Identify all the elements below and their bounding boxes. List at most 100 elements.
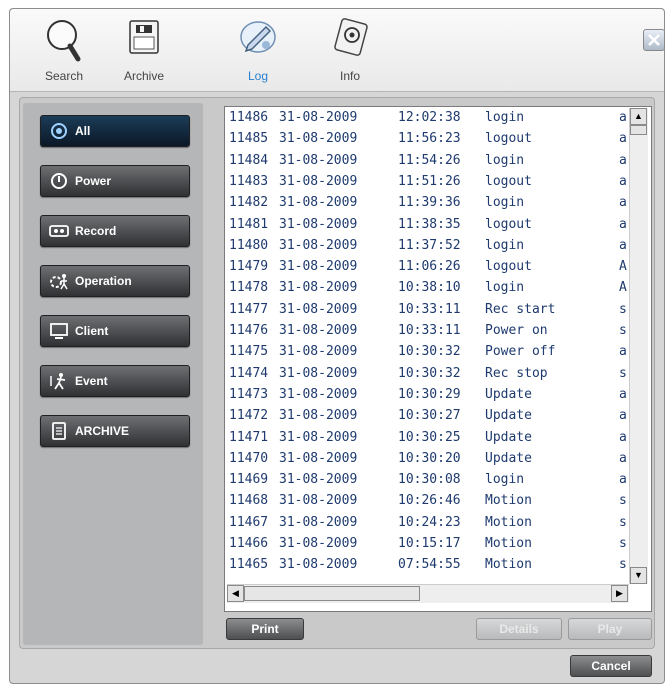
log-cell-time: 07:54:55 [398,557,461,573]
log-cell-time: 11:54:26 [398,152,461,168]
log-cell-id: 11473 [229,386,269,402]
log-rows: 11486 31-08-2009 12:02:38 login a 11485 31-08-… [227,108,629,578]
scroll-thumb[interactable] [630,125,647,135]
log-cell-id: 11468 [229,493,269,509]
record-icon [49,225,69,237]
log-cell-user: a [619,386,627,402]
category-operation[interactable]: Operation [40,265,190,297]
log-cell-date: 31-08-2009 [279,195,358,211]
toolbar: Search Archive Log Info [10,9,665,92]
category-all[interactable]: All [40,115,190,147]
log-cell-user: s [619,323,627,338]
log-cell-date: 31-08-2009 [279,237,358,253]
log-cell-time: 11:38:35 [398,216,461,232]
log-cell-user: a [619,450,627,466]
log-cell-time: 10:38:10 [398,280,461,296]
tab-archive-label: Archive [123,69,164,83]
log-cell-id: 11474 [229,365,269,381]
scroll-down-button[interactable]: ▼ [630,567,647,584]
log-cell-user: s [619,514,627,530]
log-cell-id: 11466 [229,536,269,551]
log-cell-user: a [619,344,627,360]
category-client[interactable]: Client [40,315,190,347]
log-cell-date: 31-08-2009 [279,472,358,488]
category-sidebar: All Power Record Operation Client Event [23,103,203,645]
log-cell-id: 11476 [229,323,269,338]
log-cell-event: login [485,280,525,296]
log-cell-time: 10:30:08 [398,472,461,488]
log-cell-date: 31-08-2009 [279,493,358,509]
log-cell-time: 10:33:11 [398,301,461,317]
category-record-label: Record [75,224,117,238]
all-icon [51,123,67,139]
close-button[interactable] [643,29,665,51]
log-cell-user: a [619,110,627,125]
scroll-left-button[interactable]: ◀ [227,585,244,602]
log-cell-time: 10:30:25 [398,429,461,445]
tab-log[interactable]: Log [224,13,292,91]
log-cell-date: 31-08-2009 [279,344,358,360]
play-button[interactable]: Play [568,618,652,640]
log-cell-date: 31-08-2009 [279,386,358,402]
category-event[interactable]: Event [40,365,190,397]
category-power[interactable]: Power [40,165,190,197]
log-cell-user: A [619,259,627,275]
log-cell-event: logout [485,131,532,147]
log-cell-time: 10:26:46 [398,493,461,509]
archive-icon [129,20,159,54]
log-cell-event: logout [485,173,532,189]
scroll-right-button[interactable]: ▶ [611,585,628,602]
log-cell-date: 31-08-2009 [279,429,358,445]
log-cell-event: logout [485,259,532,275]
details-button[interactable]: Details [476,618,562,640]
log-cell-time: 10:30:20 [398,450,461,466]
log-cell-time: 10:30:32 [398,344,461,360]
tab-info[interactable]: Info [316,13,384,91]
category-event-label: Event [75,374,108,388]
log-cell-date: 31-08-2009 [279,536,358,551]
log-cell-id: 11478 [229,280,269,296]
log-cell-event: Motion [485,536,532,551]
log-cell-user: a [619,173,627,189]
magnifier-icon [47,20,81,62]
category-record[interactable]: Record [40,215,190,247]
log-cell-id: 11481 [229,216,269,232]
log-cell-user: a [619,152,627,168]
log-cell-event: Rec start [485,301,556,317]
tab-info-label: Info [339,69,360,83]
log-cell-date: 31-08-2009 [279,365,358,381]
log-cell-event: logout [485,216,532,232]
log-cell-event: Update [485,450,532,466]
log-cell-id: 11480 [229,237,269,253]
log-cell-event: Update [485,408,532,424]
vertical-scrollbar[interactable]: ▲ ▼ [629,108,648,584]
log-list[interactable]: 11486 31-08-2009 12:02:38 login a 11485 31-08-… [224,106,652,612]
log-cell-id: 11479 [229,259,269,275]
log-cell-user: a [619,472,627,488]
log-cell-date: 31-08-2009 [279,514,358,530]
print-button[interactable]: Print [226,618,304,640]
tab-log-label: Log [247,69,269,83]
category-archive[interactable]: ARCHIVE [40,415,190,447]
log-cell-event: Power off [485,344,556,360]
log-cell-id: 11465 [229,557,269,573]
info-icon [334,18,368,56]
log-cell-id: 11485 [229,131,269,147]
tab-archive[interactable]: Archive [110,13,178,91]
log-cell-user: a [619,195,627,211]
close-icon [648,34,660,46]
horizontal-scroll-thumb[interactable] [244,586,420,601]
log-cell-id: 11483 [229,173,269,189]
log-cell-date: 31-08-2009 [279,131,358,147]
log-cell-time: 11:39:36 [398,195,461,211]
log-cell-event: Update [485,429,532,445]
log-cell-date: 31-08-2009 [279,557,358,573]
scroll-up-button[interactable]: ▲ [630,108,647,125]
log-cell-date: 31-08-2009 [279,408,358,424]
log-cell-id: 11484 [229,152,269,168]
log-cell-user: a [619,216,627,232]
main-panel: All Power Record Operation Client Event [19,97,655,649]
tab-search[interactable]: Search [30,13,98,91]
horizontal-scrollbar[interactable]: ◀ ▶ [227,584,629,603]
cancel-button[interactable]: Cancel [570,655,652,677]
